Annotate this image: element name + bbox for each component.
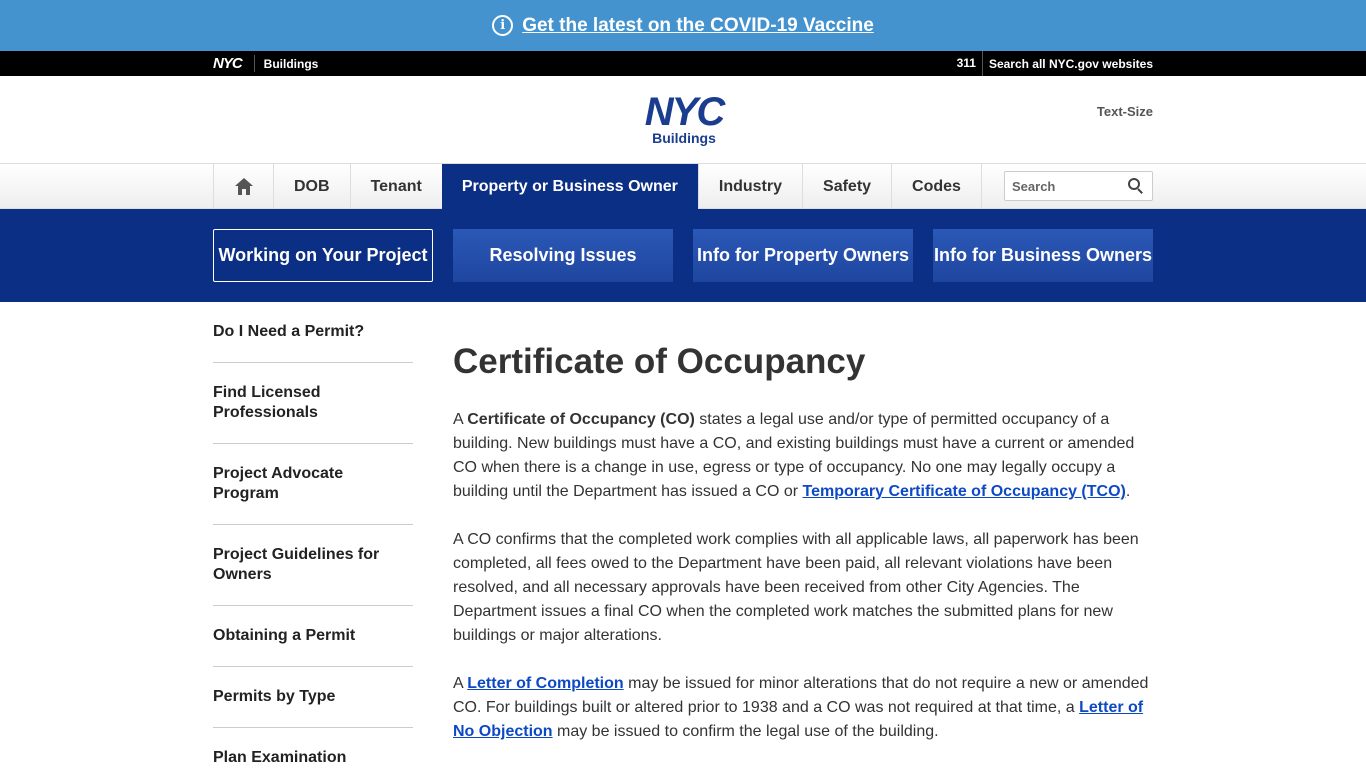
text-size-button[interactable]: Text-Size — [1097, 104, 1153, 119]
text: . — [1125, 483, 1131, 500]
text: may be issued to confirm the legal use o… — [552, 723, 939, 740]
paragraph-letters: A Letter of Completion may be issued for… — [453, 672, 1153, 744]
search-icon[interactable] — [1128, 178, 1144, 194]
nyc-buildings-logo[interactable]: NYC Buildings — [633, 90, 735, 146]
paragraph-co-definition: A Certificate of Occupancy (CO) states a… — [453, 408, 1153, 504]
covid-banner: i Get the latest on the COVID-19 Vaccine — [0, 0, 1366, 51]
tco-link[interactable]: Temporary Certificate of Occupancy (TCO) — [803, 483, 1126, 500]
search-box — [1004, 171, 1153, 201]
text: A — [453, 675, 468, 692]
home-icon — [234, 178, 253, 195]
sub-nav: Working on Your Project Resolving Issues… — [0, 209, 1366, 302]
nav-item-property-owner[interactable]: Property or Business Owner — [441, 164, 698, 209]
search-all-nyc-link[interactable]: Search all NYC.gov websites — [983, 57, 1153, 71]
letter-of-completion-link[interactable]: Letter of Completion — [467, 675, 623, 692]
nav-home[interactable] — [213, 164, 273, 209]
agency-name[interactable]: Buildings — [255, 57, 319, 71]
paragraph-co-confirms: A CO confirms that the completed work co… — [453, 531, 1139, 644]
search-input[interactable] — [1012, 178, 1122, 194]
text: A — [453, 411, 468, 428]
page-title: Certificate of Occupancy — [453, 342, 866, 381]
covid-vaccine-link[interactable]: Get the latest on the COVID-19 Vaccine — [522, 15, 874, 37]
logo-nyc-text: NYC — [644, 90, 725, 134]
nav-item-safety[interactable]: Safety — [802, 164, 891, 209]
subnav-working-on-project[interactable]: Working on Your Project — [213, 229, 433, 282]
main-content: Certificate of Occupancy A Certificate o… — [453, 302, 1153, 768]
sidebar-item-project-advocate[interactable]: Project Advocate Program — [213, 444, 413, 525]
bold-term-co: Certificate of Occupancy (CO) — [467, 411, 695, 428]
nyc-logo-small[interactable]: NYC — [213, 55, 255, 72]
sidebar-item-need-permit[interactable]: Do I Need a Permit? — [213, 302, 413, 363]
nav-item-codes[interactable]: Codes — [891, 164, 982, 209]
main-nav: DOB Tenant Property or Business Owner In… — [0, 164, 1366, 209]
nav-item-dob[interactable]: DOB — [273, 164, 350, 209]
info-icon: i — [492, 15, 514, 36]
page-content: Do I Need a Permit? Find Licensed Profes… — [213, 302, 1153, 768]
city-bar: NYC Buildings 311 Search all NYC.gov web… — [0, 51, 1366, 76]
sidebar-item-plan-examination[interactable]: Plan Examination — [213, 728, 413, 768]
site-header: NYC Buildings Text-Size — [0, 76, 1366, 164]
subnav-info-business-owners[interactable]: Info for Business Owners — [933, 229, 1153, 282]
subnav-info-property-owners[interactable]: Info for Property Owners — [693, 229, 913, 282]
sidebar-item-obtaining-permit[interactable]: Obtaining a Permit — [213, 606, 413, 667]
nav-item-industry[interactable]: Industry — [697, 164, 802, 209]
sidebar-item-permits-by-type[interactable]: Permits by Type — [213, 667, 413, 728]
sidebar-item-find-professionals[interactable]: Find Licensed Professionals — [213, 363, 413, 444]
subnav-resolving-issues[interactable]: Resolving Issues — [453, 229, 673, 282]
link-311[interactable]: 311 — [957, 51, 983, 76]
sidebar: Do I Need a Permit? Find Licensed Profes… — [213, 302, 413, 768]
nav-item-tenant[interactable]: Tenant — [349, 164, 442, 209]
sidebar-item-project-guidelines[interactable]: Project Guidelines for Owners — [213, 525, 413, 606]
